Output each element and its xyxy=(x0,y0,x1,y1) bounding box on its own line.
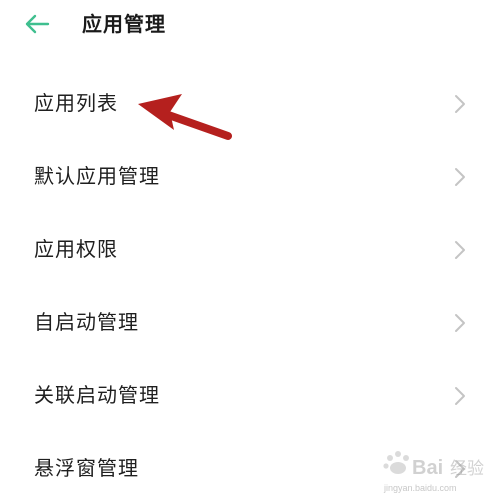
chevron-right-icon xyxy=(455,95,465,113)
header-bar: 应用管理 xyxy=(0,0,500,50)
list-item-autostart[interactable]: 自启动管理 xyxy=(0,285,500,358)
list-item-label: 应用权限 xyxy=(34,237,118,261)
list-item-app-list[interactable]: 应用列表 xyxy=(0,66,500,139)
list-item-floating-window[interactable]: 悬浮窗管理 xyxy=(0,431,500,500)
back-button[interactable] xyxy=(24,6,64,42)
arrow-left-icon xyxy=(25,14,50,34)
list-item-associated-launch[interactable]: 关联启动管理 xyxy=(0,358,500,431)
chevron-right-icon xyxy=(455,314,465,332)
page-title: 应用管理 xyxy=(82,12,166,36)
list-item-label: 关联启动管理 xyxy=(34,383,160,407)
chevron-right-icon xyxy=(455,168,465,186)
chevron-right-icon xyxy=(455,241,465,259)
list-item-label: 自启动管理 xyxy=(34,310,139,334)
list-item-label: 悬浮窗管理 xyxy=(34,456,139,480)
app-management-screen: 应用管理 应用列表 默认应用管理 应用权限 自启动管理 关联启动管理 悬浮窗管理… xyxy=(0,0,500,500)
settings-list: 应用列表 默认应用管理 应用权限 自启动管理 关联启动管理 悬浮窗管理 xyxy=(0,66,500,500)
list-item-app-permissions[interactable]: 应用权限 xyxy=(0,212,500,285)
list-item-label: 应用列表 xyxy=(34,91,118,115)
chevron-right-icon xyxy=(455,460,465,478)
list-item-label: 默认应用管理 xyxy=(34,164,160,188)
list-item-default-apps[interactable]: 默认应用管理 xyxy=(0,139,500,212)
chevron-right-icon xyxy=(455,387,465,405)
